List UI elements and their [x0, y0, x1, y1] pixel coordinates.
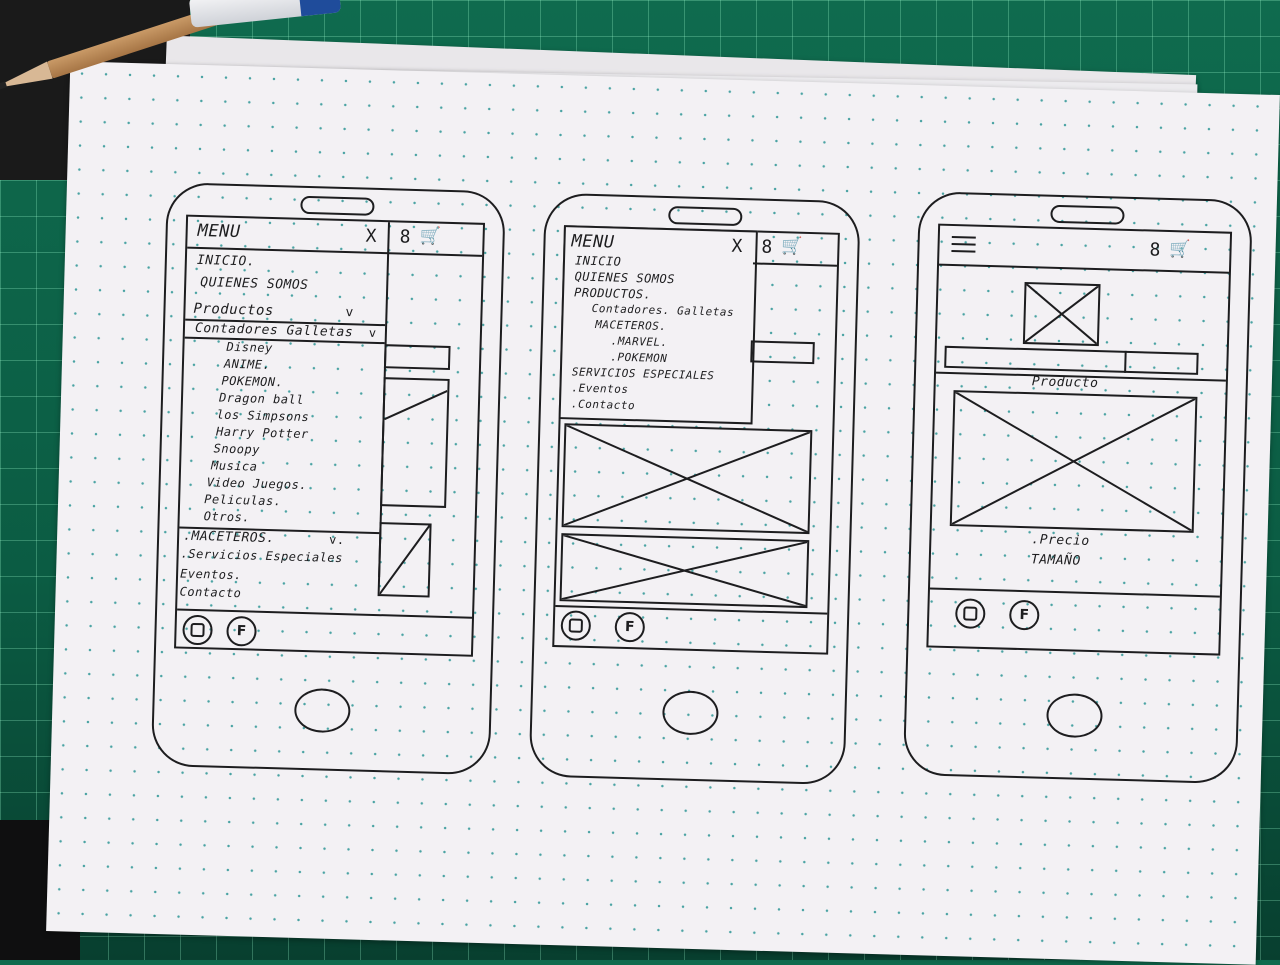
menu-item-quienes-somos[interactable]: QUIENES SOMOS — [574, 269, 675, 286]
subitem-harry-potter[interactable]: Harry Potter — [216, 424, 309, 441]
subitem-pokemon[interactable]: POKEMON. — [221, 374, 283, 390]
menu-item-inicio[interactable]: INICIO. — [197, 253, 256, 270]
submenu-pokemon[interactable]: .POKEMON — [610, 350, 667, 365]
image-placeholder — [561, 423, 813, 535]
submenu-maceteros[interactable]: MACETEROS. — [595, 318, 667, 333]
facebook-icon[interactable]: F — [1008, 599, 1040, 631]
menu-item-servicios-especiales[interactable]: .Servicios Especiales — [180, 547, 343, 566]
subitem-snoopy[interactable]: Snoopy — [213, 441, 260, 456]
footer-divider — [929, 587, 1220, 598]
image-placeholder — [559, 533, 810, 609]
home-button — [661, 690, 720, 736]
menu-title: MENU — [197, 220, 241, 243]
user-icon[interactable]: 8 — [1149, 239, 1161, 260]
search-bar[interactable] — [944, 345, 1199, 375]
menu-item-contacto[interactable]: .Contacto — [571, 397, 635, 412]
header-divider — [752, 262, 837, 267]
cart-icon[interactable]: 🛒 — [1169, 239, 1191, 260]
home-button — [293, 687, 351, 734]
instagram-icon[interactable] — [954, 598, 986, 630]
subitem-musica[interactable]: Musica — [211, 458, 258, 473]
user-icon[interactable]: 8 — [399, 227, 411, 248]
submenu-contadores-galletas[interactable]: Contadores. Galletas — [592, 302, 735, 319]
sketch-sheet: MENU X 8 🛒 INICIO. QUIENES SOMOS Product… — [46, 61, 1280, 965]
product-label: Producto — [1031, 374, 1099, 392]
close-icon[interactable]: X — [731, 236, 743, 257]
chevron-down-icon[interactable]: v. — [329, 533, 345, 547]
search-bar[interactable] — [750, 340, 815, 365]
menu-item-servicios-especiales[interactable]: SERVICIOS ESPECIALES — [572, 365, 715, 382]
phone-sketch-2: MENU X INICIO QUIENES SOMOS PRODUCTOS. C… — [528, 192, 861, 786]
phone-speaker — [668, 206, 743, 227]
facebook-icon[interactable]: F — [226, 615, 257, 647]
submenu-marvel[interactable]: .MARVEL. — [611, 334, 668, 349]
image-placeholder — [380, 377, 450, 508]
phone-sketch-1: MENU X 8 🛒 INICIO. QUIENES SOMOS Product… — [150, 182, 506, 776]
phone-screen: MENU X 8 🛒 INICIO. QUIENES SOMOS Product… — [174, 214, 486, 657]
menu-item-eventos[interactable]: .Eventos — [571, 381, 628, 396]
facebook-icon[interactable]: F — [614, 611, 646, 643]
menu-item-contacto[interactable]: Contacto — [179, 585, 241, 601]
subitem-los-simpsons[interactable]: los Simpsons — [216, 407, 309, 424]
phone-speaker — [300, 195, 375, 216]
user-icon[interactable]: 8 — [761, 237, 773, 258]
menu-title: MENU — [571, 231, 615, 253]
cart-icon[interactable]: 🛒 — [419, 226, 441, 247]
menu-dropdown: MENU X INICIO QUIENES SOMOS PRODUCTOS. C… — [558, 225, 758, 425]
cart-icon[interactable]: 🛒 — [781, 236, 803, 257]
phone-screen: MENU X INICIO QUIENES SOMOS PRODUCTOS. C… — [552, 225, 840, 655]
phone-screen: 8 🛒 Producto .Precio TAMAÑO F — [926, 223, 1233, 656]
image-placeholder — [377, 522, 432, 598]
subitem-otros[interactable]: Otros. — [204, 509, 251, 524]
menu-item-eventos[interactable]: Eventos. — [180, 567, 242, 583]
instagram-icon[interactable] — [182, 614, 213, 646]
home-button — [1045, 692, 1104, 739]
menu-item-inicio[interactable]: INICIO — [575, 253, 622, 268]
chevron-down-icon[interactable]: v — [345, 305, 354, 320]
instagram-icon[interactable] — [560, 610, 592, 642]
logo-placeholder — [1022, 282, 1101, 347]
phone-sketch-3: 8 🛒 Producto .Precio TAMAÑO F — [902, 191, 1253, 785]
menu-item-productos[interactable]: Productos — [193, 301, 274, 319]
chevron-down-icon[interactable]: v — [369, 326, 377, 340]
subitem-dragon-ball[interactable]: Dragon ball — [219, 391, 304, 407]
header-divider — [939, 263, 1229, 274]
footer-divider — [177, 608, 473, 619]
subitem-anime[interactable]: ANIME. — [224, 357, 271, 372]
hamburger-menu-icon[interactable] — [951, 235, 976, 255]
subitem-disney[interactable]: Disney — [226, 340, 273, 355]
close-icon[interactable]: X — [365, 226, 377, 247]
search-bar[interactable] — [383, 344, 451, 370]
price-label: .Precio — [1031, 532, 1090, 549]
phone-speaker — [1050, 204, 1125, 225]
subitem-video-juegos[interactable]: Video Juegos. — [206, 475, 307, 492]
subitem-peliculas[interactable]: Peliculas. — [204, 492, 282, 508]
menu-item-productos[interactable]: PRODUCTOS. — [574, 285, 652, 301]
menu-item-quienes-somos[interactable]: QUIENES SOMOS — [200, 275, 309, 293]
menu-item-maceteros[interactable]: .MACETEROS. — [183, 529, 275, 547]
size-label: TAMAÑO — [1030, 552, 1081, 569]
product-image-placeholder[interactable] — [949, 390, 1198, 533]
